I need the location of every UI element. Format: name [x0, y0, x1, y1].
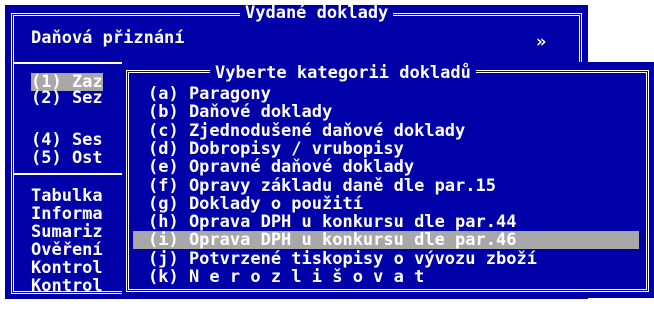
category-dialog-title: Vyberte kategorii dokladů [210, 65, 476, 82]
menu-item-kontrol-1[interactable]: Kontrol [31, 259, 103, 277]
menu-item-kontrol-2[interactable]: Kontrol [31, 277, 103, 295]
menu-item-5[interactable]: (5) Ost [31, 149, 103, 167]
menu-item-tabulka[interactable]: Tabulka [31, 187, 103, 205]
header-arrow[interactable]: » [536, 33, 546, 51]
menu-item-informa[interactable]: Informa [31, 205, 103, 223]
menu-item-4[interactable]: (4) Ses [31, 131, 103, 149]
outer-window-title: Vydané doklady [240, 5, 394, 22]
category-item[interactable]: (j) Potvrzené tiskopisy o vývozu zboží [148, 250, 537, 268]
category-item[interactable]: (d) Dobropisy / vrubopisy [148, 140, 404, 158]
category-item[interactable]: (e) Opravné daňové doklady [148, 158, 414, 176]
menu-item-overeni[interactable]: Ověření [31, 241, 103, 259]
menu-separator [14, 173, 129, 175]
category-item[interactable]: (b) Daňové doklady [148, 103, 332, 121]
category-item[interactable]: (a) Paragony [148, 85, 271, 103]
category-item[interactable]: (c) Zjednodušené daňové doklady [148, 122, 465, 140]
category-item[interactable]: (h) Oprava DPH u konkursu dle par.44 [148, 213, 516, 231]
category-item[interactable]: (f) Opravy základu daně dle par.15 [148, 177, 496, 195]
screen: Vydané doklady Daňová přiznání » (1) Zaz… [0, 0, 654, 309]
header-text: Daňová přiznání [31, 28, 185, 48]
category-item[interactable]: (g) Doklady o použití [148, 195, 363, 213]
category-item[interactable]: (k) N e r o z l i š o v a t [148, 268, 424, 286]
menu-item-sumariz[interactable]: Sumariz [31, 223, 103, 241]
category-item[interactable]: (i) Oprava DPH u konkursu dle par.46 [133, 231, 639, 249]
menu-item-2[interactable]: (2) Sez [31, 89, 103, 107]
